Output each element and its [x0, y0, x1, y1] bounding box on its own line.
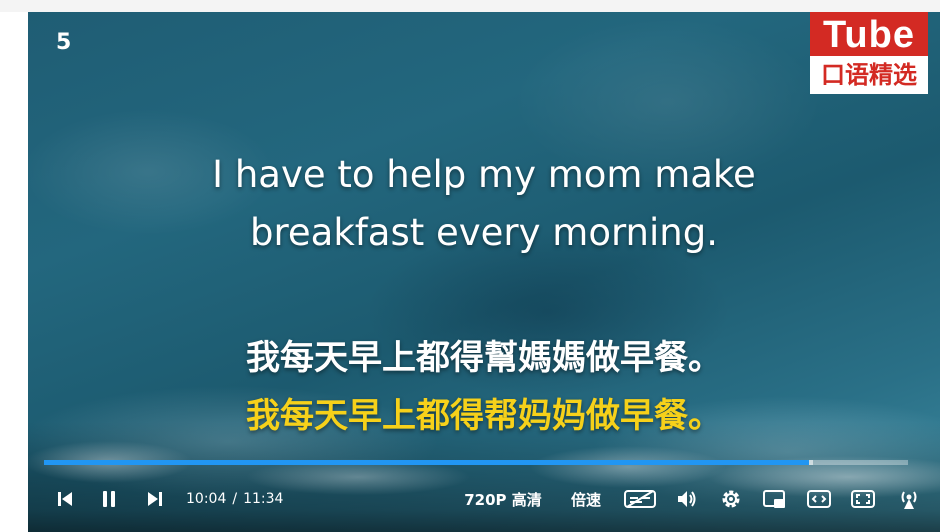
english-subtitle: I have to help my mom make breakfast eve… [28, 146, 940, 262]
english-subtitle-line-2: breakfast every morning. [250, 211, 718, 254]
progress-played [44, 460, 810, 465]
simplified-chinese-subtitle: 我每天早上都得帮妈妈做早餐。 [246, 396, 722, 436]
video-player[interactable]: 5 Tube 口语精选 I have to help my mom make b… [28, 12, 940, 532]
pip-icon [763, 490, 785, 508]
time-separator: / [232, 491, 238, 507]
pause-button[interactable] [94, 482, 124, 516]
control-bar: 10:04 / 11:34 720P 高清 倍速 [28, 482, 940, 516]
danmaku-button[interactable] [894, 482, 924, 516]
subtitle-off-icon [624, 490, 656, 508]
current-time: 10:04 [186, 491, 227, 507]
subtitle-toggle-button[interactable] [622, 482, 658, 516]
channel-logo: Tube 口语精选 [810, 12, 928, 94]
progress-bar[interactable] [44, 460, 908, 465]
quality-button[interactable]: 720P 高清 [458, 482, 548, 516]
volume-icon [678, 491, 696, 507]
fullscreen-icon [851, 490, 875, 508]
widescreen-button[interactable] [804, 482, 834, 516]
volume-button[interactable] [672, 482, 702, 516]
widescreen-icon [807, 490, 831, 508]
pause-icon [103, 491, 115, 507]
logo-tube-text: Tube [810, 12, 928, 56]
settings-icon [722, 490, 740, 508]
slide-number: 5 [56, 30, 72, 55]
traditional-chinese-subtitle: 我每天早上都得幫媽媽做早餐。 [246, 338, 722, 378]
total-time: 11:34 [243, 491, 284, 507]
previous-icon [58, 492, 72, 506]
logo-chinese-text: 口语精选 [810, 56, 928, 94]
time-display: 10:04 / 11:34 [186, 482, 286, 516]
english-subtitle-line-1: I have to help my mom make [212, 153, 756, 196]
next-icon [148, 492, 162, 506]
left-margin [0, 12, 28, 532]
picture-in-picture-button[interactable] [760, 482, 790, 516]
top-strip [0, 0, 940, 12]
previous-button[interactable] [50, 482, 80, 516]
danmaku-icon [901, 491, 917, 509]
fullscreen-button[interactable] [848, 482, 878, 516]
next-button[interactable] [140, 482, 170, 516]
settings-button[interactable] [716, 482, 746, 516]
speed-button[interactable]: 倍速 [564, 482, 608, 516]
